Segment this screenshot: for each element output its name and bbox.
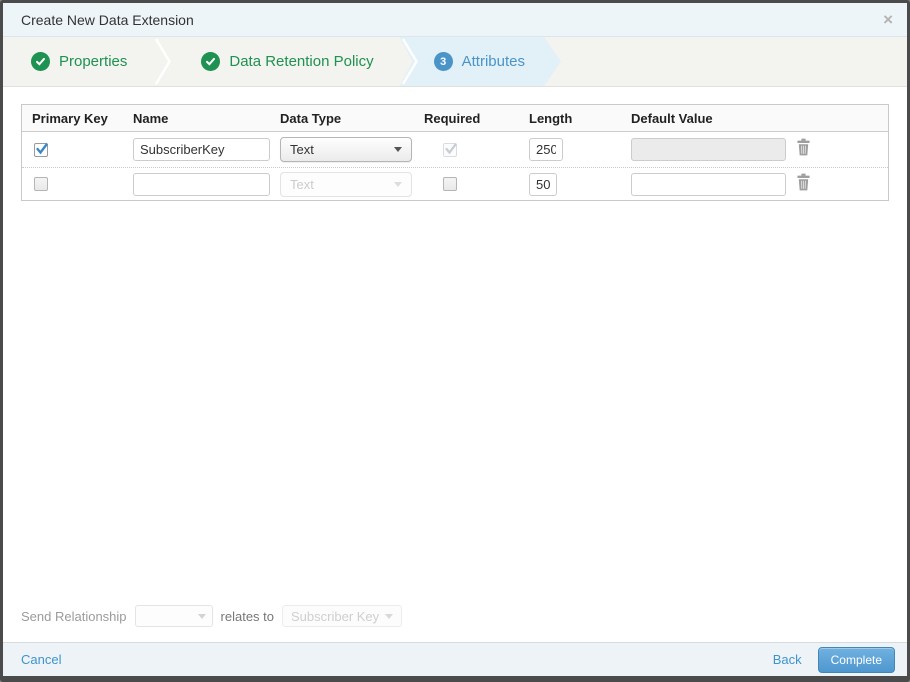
complete-button[interactable]: Complete <box>817 646 895 673</box>
required-checkbox <box>443 142 457 157</box>
send-relationship-label: Send Relationship <box>21 608 127 624</box>
col-header-name: Name <box>133 110 169 126</box>
table-row: Text <box>22 132 888 168</box>
cancel-link[interactable]: Cancel <box>21 652 61 667</box>
back-link[interactable]: Back <box>773 652 802 667</box>
chevron-down-icon <box>385 613 394 619</box>
send-relationship-row: Send Relationship relates to Subscriber … <box>3 605 907 642</box>
check-circle-icon <box>31 52 50 71</box>
wizard-steps: Properties Data Retention Policy 3 Attri… <box>3 37 907 87</box>
step-data-retention-policy[interactable]: Data Retention Policy <box>173 37 399 86</box>
col-header-primary-key: Primary Key <box>32 110 108 126</box>
table-row: Text <box>22 168 888 200</box>
check-circle-icon <box>201 52 221 71</box>
close-icon[interactable]: × <box>883 11 893 28</box>
step-separator-chevron <box>400 37 420 86</box>
data-type-select[interactable]: Text <box>280 137 412 162</box>
default-value-input[interactable] <box>631 172 786 196</box>
chevron-down-icon <box>394 181 402 187</box>
footer-actions: Back Complete <box>773 646 895 673</box>
create-data-extension-modal: Create New Data Extension × Properties D… <box>0 0 910 682</box>
step-attributes[interactable]: 3 Attributes <box>400 37 561 86</box>
step-label: Properties <box>59 53 128 70</box>
step-label: Attributes <box>461 53 525 70</box>
col-header-default-value: Default Value <box>631 110 713 126</box>
modal-title: Create New Data Extension <box>21 11 194 28</box>
attributes-table: Primary Key Name Data Type Required Leng… <box>21 104 889 201</box>
required-checkbox[interactable] <box>443 177 457 191</box>
table-header-row: Primary Key Name Data Type Required Leng… <box>22 105 888 132</box>
default-value-input <box>631 138 786 161</box>
col-header-data-type: Data Type <box>280 110 342 126</box>
data-type-select: Text <box>280 171 412 197</box>
subscriber-key-select: Subscriber Key <box>282 605 403 627</box>
modal-content: Primary Key Name Data Type Required Leng… <box>3 87 907 642</box>
step-properties[interactable]: Properties <box>3 37 153 86</box>
col-header-length: Length <box>529 110 573 126</box>
chevron-down-icon <box>197 613 206 619</box>
data-type-selected-value: Text <box>290 142 314 157</box>
relates-to-label: relates to <box>220 608 275 624</box>
step-number-badge: 3 <box>434 52 453 71</box>
step-separator-chevron <box>153 37 173 86</box>
name-input[interactable] <box>133 172 270 196</box>
col-header-required: Required <box>424 110 481 126</box>
send-relationship-field-select <box>134 605 213 627</box>
chevron-down-icon <box>394 147 402 152</box>
primary-key-checkbox[interactable] <box>34 142 48 157</box>
data-type-selected-value: Text <box>290 176 314 192</box>
modal-footer: Cancel Back Complete <box>3 642 907 676</box>
trash-icon[interactable] <box>796 173 811 191</box>
length-input[interactable] <box>529 172 557 196</box>
step-label: Data Retention Policy <box>229 53 374 70</box>
subscriber-key-value: Subscriber Key <box>291 608 380 624</box>
length-input[interactable] <box>529 138 563 161</box>
trash-icon[interactable] <box>796 138 811 156</box>
name-input[interactable] <box>133 138 270 161</box>
primary-key-checkbox[interactable] <box>34 177 48 191</box>
modal-titlebar: Create New Data Extension × <box>3 3 907 37</box>
